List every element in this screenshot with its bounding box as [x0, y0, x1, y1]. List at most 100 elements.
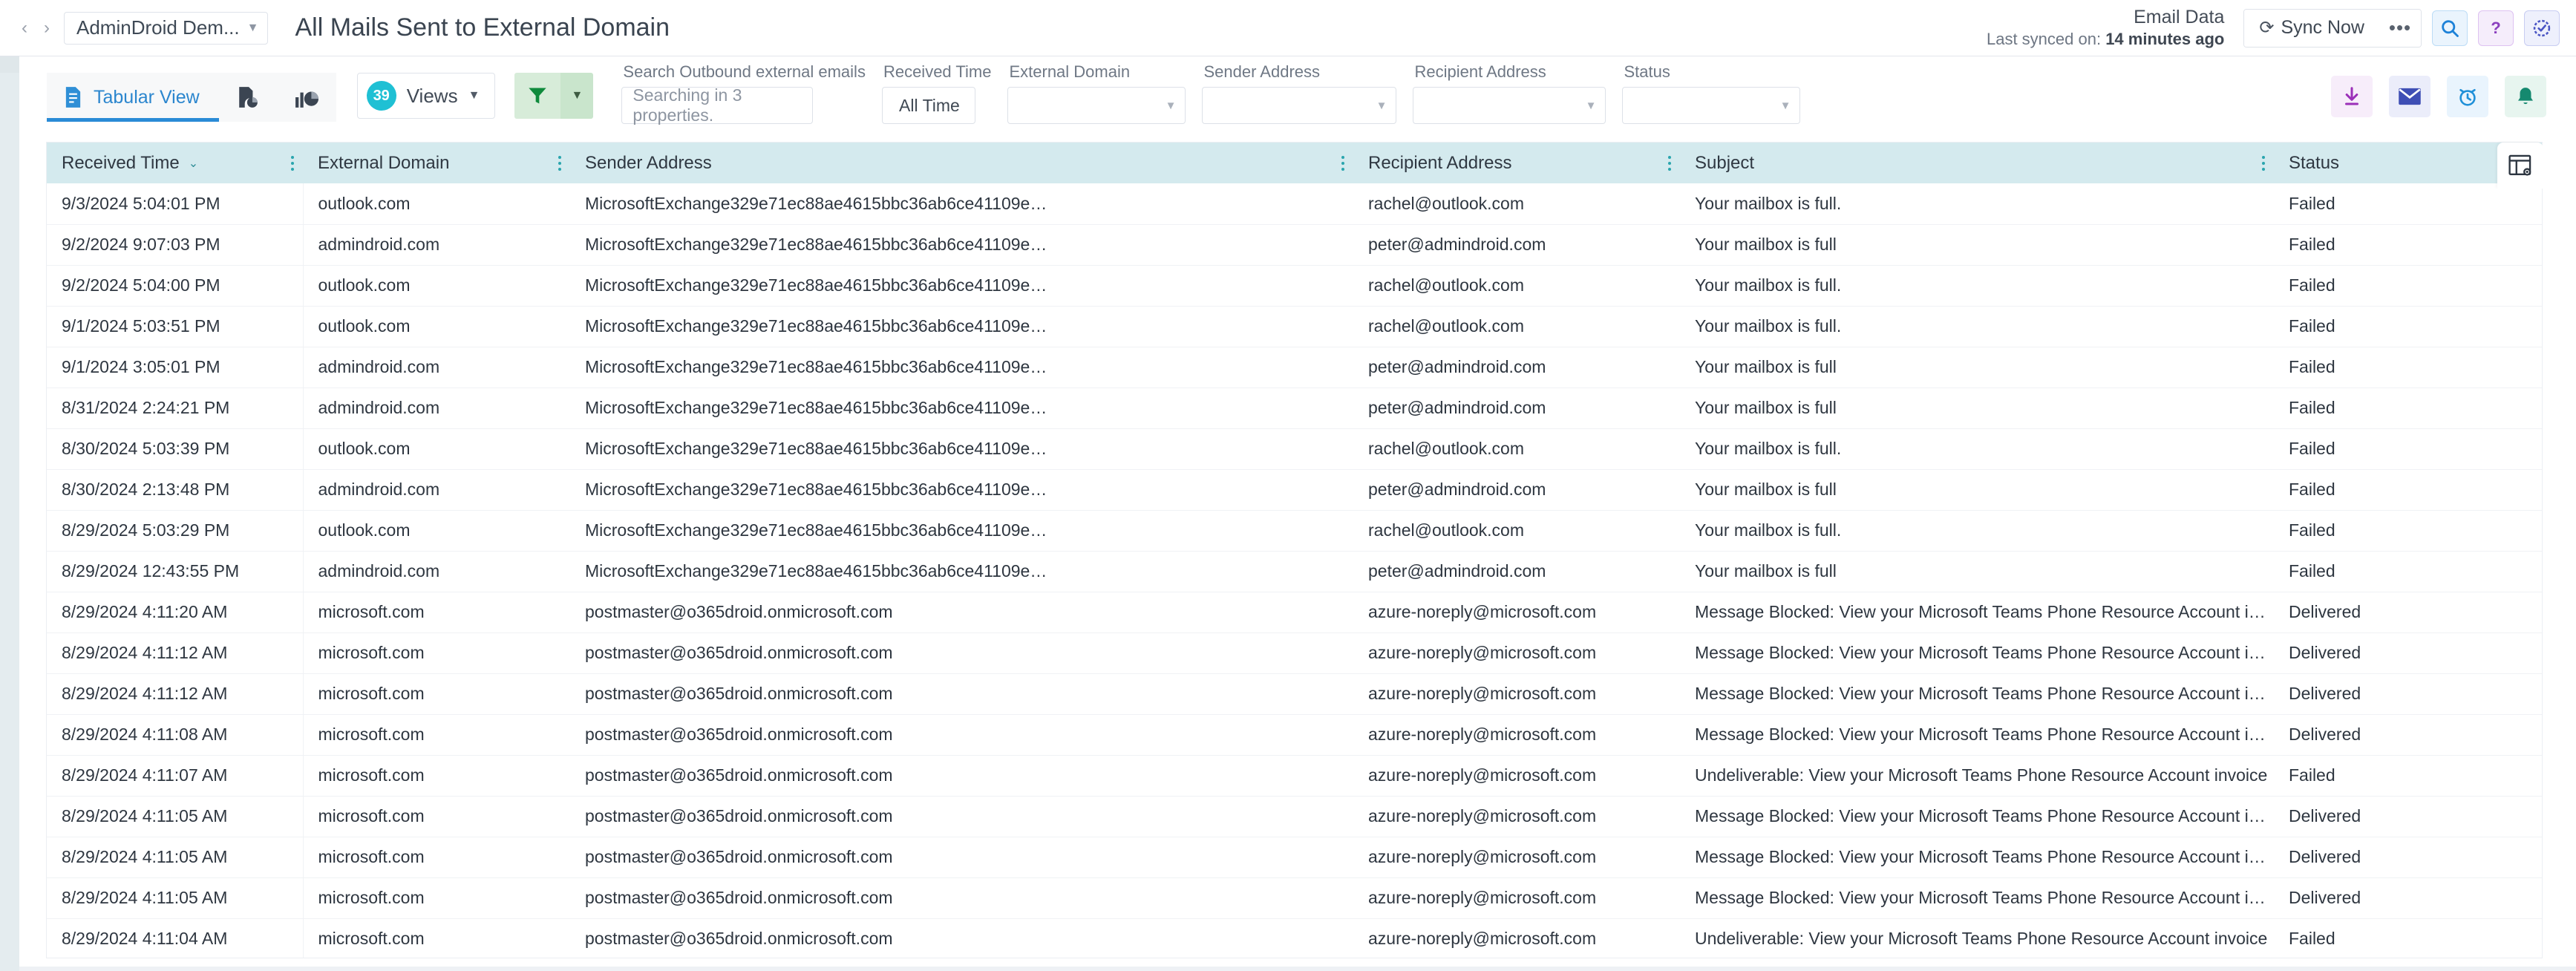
top-bar: ‹ › AdminDroid Dem... ▼ All Mails Sent t…	[0, 0, 2576, 56]
cell-sender-address: MicrosoftExchange329e71ec88ae4615bbc36ab…	[570, 183, 1353, 224]
views-button[interactable]: 39 Views ▼	[357, 73, 496, 119]
bar-chart-pie-icon	[295, 86, 318, 108]
cell-recipient-address: azure-noreply@microsoft.com	[1353, 877, 1680, 918]
schedule-button[interactable]	[2447, 76, 2488, 117]
sort-descending-icon[interactable]: ⌄	[189, 156, 198, 171]
cell-external-domain: microsoft.com	[303, 755, 570, 796]
column-header-subject[interactable]: Subject	[1680, 143, 2274, 183]
table-row[interactable]: 9/1/2024 3:05:01 PMadmindroid.comMicroso…	[47, 347, 2543, 388]
cell-external-domain: outlook.com	[303, 306, 570, 347]
cell-sender-address: MicrosoftExchange329e71ec88ae4615bbc36ab…	[570, 428, 1353, 469]
cell-external-domain: admindroid.com	[303, 388, 570, 428]
cell-received-time: 8/29/2024 4:11:12 AM	[47, 632, 303, 673]
table-row[interactable]: 8/29/2024 5:03:29 PMoutlook.comMicrosoft…	[47, 510, 2543, 551]
global-search-button[interactable]	[2432, 10, 2468, 46]
received-time-select[interactable]: All Time	[882, 87, 975, 124]
page-title: All Mails Sent to External Domain	[295, 13, 670, 42]
cell-recipient-address: peter@admindroid.com	[1353, 388, 1680, 428]
table-header-row: Received Time⌄ External Domain Sender Ad…	[47, 143, 2543, 183]
table-row[interactable]: 8/31/2024 2:24:21 PMadmindroid.comMicros…	[47, 388, 2543, 428]
filter-button[interactable]	[514, 73, 560, 119]
help-button[interactable]: ?	[2478, 10, 2514, 46]
cell-status: Delivered	[2274, 592, 2543, 632]
status-select[interactable]: ▼	[1622, 87, 1800, 124]
filter-status-label: Status	[1622, 62, 1800, 82]
chevron-down-icon: ▼	[468, 89, 480, 102]
cell-recipient-address: azure-noreply@microsoft.com	[1353, 837, 1680, 877]
top-bar-right: Email Data Last synced on: 14 minutes ag…	[1987, 6, 2576, 50]
cell-sender-address: postmaster@o365droid.onmicrosoft.com	[570, 714, 1353, 755]
tab-graphical-view[interactable]	[277, 73, 336, 122]
cell-status: Failed	[2274, 388, 2543, 428]
filter-search: Search Outbound external emails Searchin…	[621, 62, 866, 124]
cell-external-domain: microsoft.com	[303, 632, 570, 673]
table-row[interactable]: 8/29/2024 4:11:05 AMmicrosoft.compostmas…	[47, 877, 2543, 918]
column-resize-handle[interactable]	[1668, 156, 1671, 171]
cell-external-domain: microsoft.com	[303, 714, 570, 755]
recipient-address-select[interactable]: ▼	[1413, 87, 1606, 124]
left-rail	[0, 56, 19, 971]
cell-sender-address: postmaster@o365droid.onmicrosoft.com	[570, 837, 1353, 877]
sync-now-button[interactable]: ⟳ Sync Now	[2244, 10, 2379, 47]
column-header-received-time[interactable]: Received Time⌄	[47, 143, 303, 183]
table-row[interactable]: 8/29/2024 12:43:55 PMadmindroid.comMicro…	[47, 551, 2543, 592]
download-button[interactable]	[2331, 76, 2373, 117]
sync-more-button[interactable]: •••	[2379, 10, 2421, 47]
filter-status: Status ▼	[1622, 62, 1800, 124]
bell-icon	[2514, 85, 2537, 108]
cell-status: Failed	[2274, 918, 2543, 958]
column-header-external-domain[interactable]: External Domain	[303, 143, 570, 183]
cell-sender-address: MicrosoftExchange329e71ec88ae4615bbc36ab…	[570, 265, 1353, 306]
table-row[interactable]: 8/29/2024 4:11:04 AMmicrosoft.compostmas…	[47, 918, 2543, 958]
table-row[interactable]: 9/2/2024 5:04:00 PMoutlook.comMicrosoftE…	[47, 265, 2543, 306]
status-check-button[interactable]	[2524, 10, 2560, 46]
column-header-recipient-address[interactable]: Recipient Address	[1353, 143, 1680, 183]
cell-subject: Message Blocked: View your Microsoft Tea…	[1680, 714, 2274, 755]
table-row[interactable]: 9/1/2024 5:03:51 PMoutlook.comMicrosoftE…	[47, 306, 2543, 347]
tenant-selector[interactable]: AdminDroid Dem... ▼	[64, 12, 268, 45]
column-settings-button[interactable]	[2497, 143, 2543, 189]
cell-recipient-address: azure-noreply@microsoft.com	[1353, 673, 1680, 714]
filter-sender-address-label: Sender Address	[1202, 62, 1396, 82]
email-button[interactable]	[2389, 76, 2430, 117]
table-row[interactable]: 8/30/2024 5:03:39 PMoutlook.comMicrosoft…	[47, 428, 2543, 469]
filter-button-group: ▼	[514, 73, 593, 119]
table-row[interactable]: 8/29/2024 4:11:05 AMmicrosoft.compostmas…	[47, 796, 2543, 837]
cell-external-domain: admindroid.com	[303, 469, 570, 510]
cell-external-domain: outlook.com	[303, 265, 570, 306]
column-resize-handle[interactable]	[2262, 156, 2265, 171]
left-rail-tab[interactable]	[0, 56, 19, 73]
table-row[interactable]: 9/2/2024 9:07:03 PMadmindroid.comMicroso…	[47, 224, 2543, 265]
cell-sender-address: postmaster@o365droid.onmicrosoft.com	[570, 918, 1353, 958]
sync-prefix: Last synced on:	[1987, 30, 2105, 48]
ellipsis-icon: •••	[2389, 16, 2411, 39]
column-resize-handle[interactable]	[1341, 156, 1344, 171]
sender-address-select[interactable]: ▼	[1202, 87, 1396, 124]
column-resize-handle[interactable]	[291, 156, 294, 171]
external-domain-select[interactable]: ▼	[1007, 87, 1186, 124]
filter-dropdown-button[interactable]: ▼	[560, 73, 593, 119]
table-row[interactable]: 8/29/2024 4:11:07 AMmicrosoft.compostmas…	[47, 755, 2543, 796]
search-input[interactable]: Searching in 3 properties.	[621, 87, 813, 124]
funnel-icon	[527, 85, 548, 106]
table-row[interactable]: 9/3/2024 5:04:01 PMoutlook.comMicrosoftE…	[47, 183, 2543, 224]
search-icon	[2439, 18, 2460, 39]
forward-icon[interactable]: ›	[36, 13, 58, 43]
table-row[interactable]: 8/30/2024 2:13:48 PMadmindroid.comMicros…	[47, 469, 2543, 510]
table-row[interactable]: 8/29/2024 4:11:20 AMmicrosoft.compostmas…	[47, 592, 2543, 632]
tab-summary-view[interactable]	[219, 73, 277, 122]
back-icon[interactable]: ‹	[13, 13, 36, 43]
table-row[interactable]: 8/29/2024 4:11:08 AMmicrosoft.compostmas…	[47, 714, 2543, 755]
alerts-button[interactable]	[2505, 76, 2546, 117]
chevron-down-icon: ▼	[1780, 99, 1791, 112]
cell-recipient-address: rachel@outlook.com	[1353, 510, 1680, 551]
cell-recipient-address: azure-noreply@microsoft.com	[1353, 632, 1680, 673]
table-row[interactable]: 8/29/2024 4:11:12 AMmicrosoft.compostmas…	[47, 673, 2543, 714]
column-header-sender-address[interactable]: Sender Address	[570, 143, 1353, 183]
table-row[interactable]: 8/29/2024 4:11:05 AMmicrosoft.compostmas…	[47, 837, 2543, 877]
tab-tabular-view[interactable]: Tabular View	[47, 73, 219, 122]
cell-sender-address: postmaster@o365droid.onmicrosoft.com	[570, 796, 1353, 837]
cell-subject: Your mailbox is full	[1680, 224, 2274, 265]
column-resize-handle[interactable]	[558, 156, 561, 171]
table-row[interactable]: 8/29/2024 4:11:12 AMmicrosoft.compostmas…	[47, 632, 2543, 673]
